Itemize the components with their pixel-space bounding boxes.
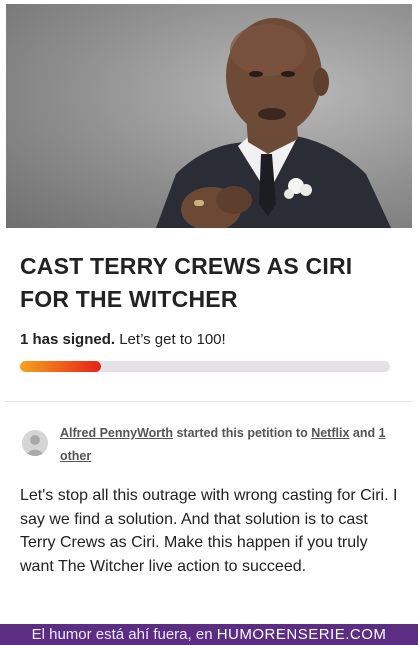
petition-image (6, 4, 412, 228)
watermark-text: El humor está ahí fuera, en (31, 626, 213, 643)
petition-title: CAST TERRY CREWS AS CIRI FOR THE WITCHER (20, 253, 353, 312)
petition-description: Let's stop all this outrage with wrong c… (20, 487, 398, 575)
signature-goal: Let’s get to 100! (119, 331, 226, 348)
others-count-link[interactable]: 1 (379, 426, 386, 440)
portrait-illustration (156, 18, 391, 228)
starter-conjunction: and (352, 426, 376, 440)
watermark-banner: El humor está ahí fuera, en HUMORENSERIE… (0, 624, 418, 645)
starter-name-link[interactable]: Alfred PennyWorth (60, 426, 173, 440)
signed-count: 1 has signed. (20, 331, 116, 348)
signature-progress-bar (20, 361, 390, 372)
user-avatar-icon[interactable] (22, 430, 48, 456)
petition-starter-line: Alfred PennyWorth started this petition … (60, 422, 390, 468)
section-divider (6, 401, 412, 402)
others-word-link[interactable]: other (60, 449, 91, 463)
signature-progress-fill (20, 361, 102, 372)
starter-action-text: started this petition to (176, 426, 308, 440)
signature-status: 1 has signed. Let’s get to 100! (20, 331, 226, 348)
petition-target-link[interactable]: Netflix (311, 426, 349, 440)
watermark-brand: HUMORENSERIE.COM (216, 626, 387, 643)
